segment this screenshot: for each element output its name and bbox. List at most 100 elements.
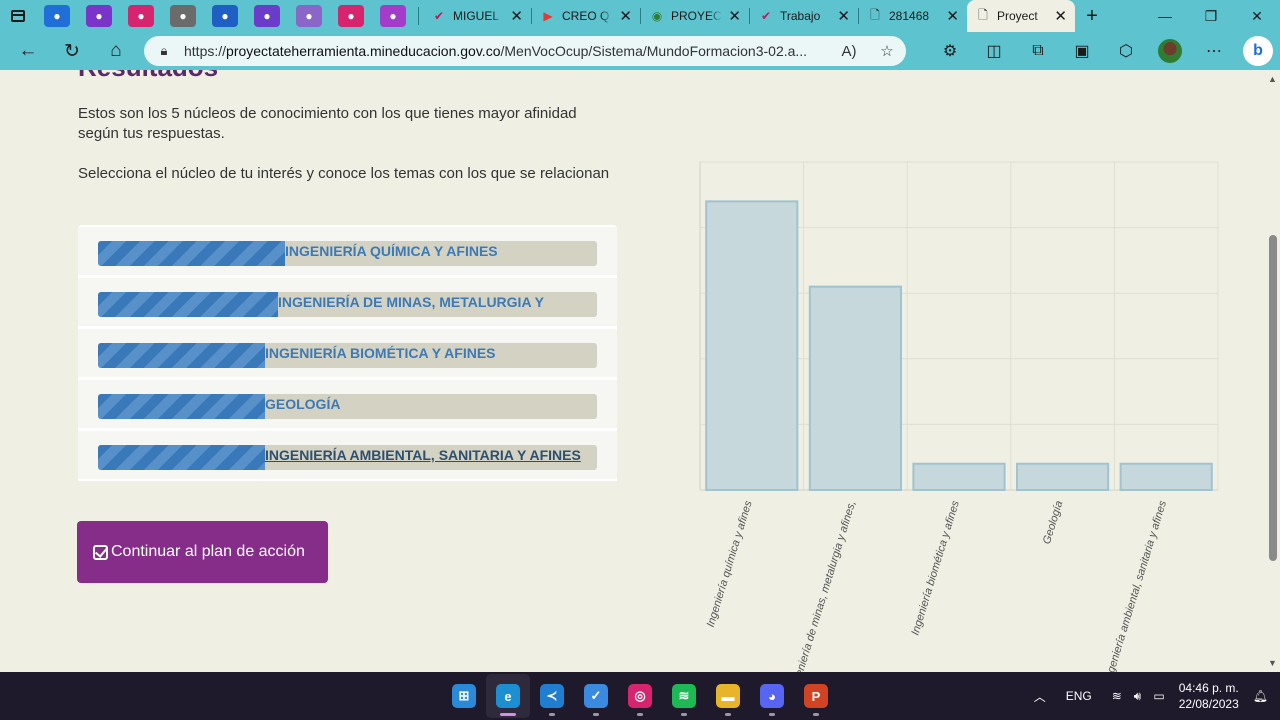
taskbar-app[interactable]: ◎: [618, 674, 662, 718]
app-icon: ●: [86, 5, 112, 27]
nucleo-label[interactable]: INGENIERÍA AMBIENTAL, SANITARIA Y AFINES: [265, 447, 581, 463]
browser-tab[interactable]: ▶ CREO Q ✕: [532, 0, 640, 32]
scrollbar-thumb[interactable]: [1269, 235, 1277, 561]
close-tab-icon[interactable]: ✕: [728, 7, 741, 25]
bing-copilot-button[interactable]: b: [1236, 32, 1280, 70]
intro-text: Estos son los 5 núcleos de conocimiento …: [78, 105, 577, 142]
pinned-tab[interactable]: ●: [372, 0, 414, 32]
clock-time: 04:46 p. m.: [1178, 681, 1239, 695]
bing-icon: b: [1243, 36, 1273, 66]
pinned-tab[interactable]: ●: [288, 0, 330, 32]
todo-icon: ✓: [584, 684, 608, 708]
back-button[interactable]: ←: [6, 32, 50, 70]
chart-bar: [705, 200, 799, 492]
nucleo-item[interactable]: GEOLOGÍA: [78, 380, 617, 430]
address-bar[interactable]: 🔒︎ https://proyectateherramienta.mineduc…: [144, 36, 906, 66]
collections-icon[interactable]: ⧉: [1016, 32, 1060, 70]
battery-icon[interactable]: ▭: [1147, 689, 1170, 703]
nucleos-list: INGENIERÍA QUÍMICA Y AFINES INGENIERÍA DE…: [78, 225, 617, 481]
new-tab-button[interactable]: +: [1075, 0, 1109, 32]
pinned-tab[interactable]: ●: [246, 0, 288, 32]
url-text[interactable]: https://proyectateherramienta.mineducaci…: [184, 43, 830, 59]
running-indicator: [549, 713, 555, 716]
window-controls: — ❐ ✕: [1142, 0, 1280, 32]
taskbar-app[interactable]: ≺: [530, 674, 574, 718]
close-tab-icon[interactable]: ✕: [837, 7, 850, 25]
chart-category-label: Ingeniería biomética y afines: [909, 499, 962, 637]
close-tab-icon[interactable]: ✕: [510, 7, 523, 25]
settings-more-button[interactable]: ⋯: [1192, 32, 1236, 70]
tab-actions-menu-button[interactable]: [0, 0, 36, 32]
chart-bar: [1016, 462, 1110, 492]
tab-separator: [418, 7, 419, 25]
close-tab-icon[interactable]: ✕: [946, 7, 959, 25]
wifi-icon[interactable]: ≋: [1106, 689, 1128, 703]
page-scrollbar[interactable]: ▲ ▼: [1266, 70, 1280, 672]
pinned-tab[interactable]: ●: [120, 0, 162, 32]
document-icon: 🗋: [978, 7, 988, 22]
edge-icon: e: [496, 684, 520, 708]
minimize-button[interactable]: —: [1142, 0, 1188, 32]
browser-tab[interactable]: ◉ PROYEC ✕: [641, 0, 749, 32]
nucleo-label[interactable]: INGENIERÍA DE MINAS, METALURGIA Y: [278, 294, 544, 310]
flag-icon: ●: [128, 5, 154, 27]
extensions-icon[interactable]: ⚙: [928, 32, 972, 70]
folder-icon: ●: [44, 5, 70, 27]
browser-tools: ⚙ ◫ ⧉ ▣ ⬡ ⋯ b: [928, 32, 1280, 70]
nucleo-label[interactable]: INGENIERÍA BIOMÉTICA Y AFINES: [265, 345, 496, 361]
math-solver-icon[interactable]: ▣: [1060, 32, 1104, 70]
maximize-button[interactable]: ❐: [1188, 0, 1234, 32]
tab-title: CREO Q: [562, 9, 610, 23]
browser-essentials-icon[interactable]: ⬡: [1104, 32, 1148, 70]
read-aloud-icon[interactable]: A): [830, 43, 868, 60]
browser-tab[interactable]: ✔ MIGUEL ✕: [423, 0, 531, 32]
browser-tab[interactable]: 🗋 281468 ✕: [859, 0, 967, 32]
chart-category-label: Geología: [1041, 499, 1066, 545]
nucleo-item[interactable]: INGENIERÍA AMBIENTAL, SANITARIA Y AFINES: [78, 431, 617, 481]
taskbar-app[interactable]: ✓: [574, 674, 618, 718]
close-tab-icon[interactable]: ✕: [619, 7, 632, 25]
show-hidden-icons-chevron-icon[interactable]: ︿: [1028, 688, 1052, 705]
camera-icon: ●: [170, 5, 196, 27]
lock-icon[interactable]: 🔒︎: [144, 43, 184, 59]
chart-bar: [1119, 462, 1213, 492]
taskbar-app[interactable]: ◕: [750, 674, 794, 718]
split-screen-icon[interactable]: ◫: [972, 32, 1016, 70]
taskbar-app[interactable]: ≋: [662, 674, 706, 718]
notifications-icon[interactable]: 🔔︎: [1247, 689, 1280, 703]
language-indicator[interactable]: ENG: [1052, 689, 1106, 703]
close-window-button[interactable]: ✕: [1234, 0, 1280, 32]
clock[interactable]: 04:46 p. m. 22/08/2023: [1171, 680, 1247, 712]
system-tray: ︿ ENG ≋ 🔊︎ ▭ 04:46 p. m. 22/08/2023 🔔︎: [1028, 672, 1280, 720]
profile-button[interactable]: [1148, 32, 1192, 70]
nucleo-item[interactable]: INGENIERÍA QUÍMICA Y AFINES: [78, 227, 617, 277]
taskbar-app[interactable]: P: [794, 674, 838, 718]
discord-icon: ◕: [760, 684, 784, 708]
check-icon: ✔: [760, 9, 772, 23]
browser-tab[interactable]: ✔ Trabajo ✕: [750, 0, 858, 32]
pinned-tab[interactable]: ●: [204, 0, 246, 32]
favorite-star-icon[interactable]: ☆: [868, 42, 906, 60]
nucleo-label[interactable]: GEOLOGÍA: [265, 396, 340, 412]
check-square-icon: [93, 544, 108, 560]
nucleo-label[interactable]: INGENIERÍA QUÍMICA Y AFINES: [285, 243, 498, 259]
close-tab-icon[interactable]: ✕: [1054, 7, 1067, 25]
pinned-tab[interactable]: ●: [162, 0, 204, 32]
continue-plan-button[interactable]: Continuar al plan de acción: [77, 521, 328, 583]
scroll-up-arrow-icon[interactable]: ▲: [1268, 74, 1277, 84]
pinned-tab[interactable]: ●: [330, 0, 372, 32]
nucleo-item[interactable]: INGENIERÍA BIOMÉTICA Y AFINES: [78, 329, 617, 379]
pinned-tab[interactable]: ●: [78, 0, 120, 32]
pinned-tab[interactable]: ●: [36, 0, 78, 32]
taskbar-app[interactable]: ⊞: [442, 674, 486, 718]
taskbar-app[interactable]: e: [486, 674, 530, 718]
home-button[interactable]: ⌂: [94, 32, 138, 70]
taskbar-app[interactable]: ▬: [706, 674, 750, 718]
scroll-down-arrow-icon[interactable]: ▼: [1268, 658, 1277, 668]
volume-icon[interactable]: 🔊︎: [1128, 689, 1148, 704]
running-indicator: [813, 713, 819, 716]
nucleo-item[interactable]: INGENIERÍA DE MINAS, METALURGIA Y: [78, 278, 617, 328]
refresh-button[interactable]: ↻: [50, 32, 94, 70]
chart-category-label: Ingeniería ambiental, sanitaria y afines: [1103, 499, 1170, 672]
browser-tab[interactable]: 🗋 Proyect ✕: [967, 0, 1075, 32]
